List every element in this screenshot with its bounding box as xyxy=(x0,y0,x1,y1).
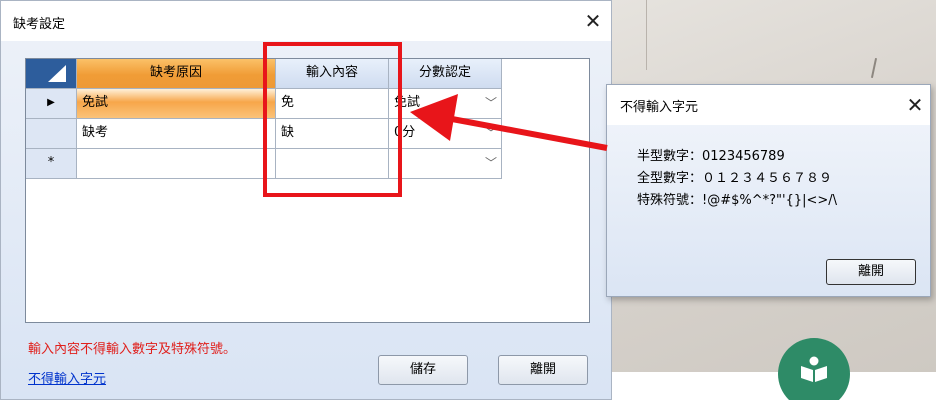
annotation-arrow xyxy=(410,94,608,151)
